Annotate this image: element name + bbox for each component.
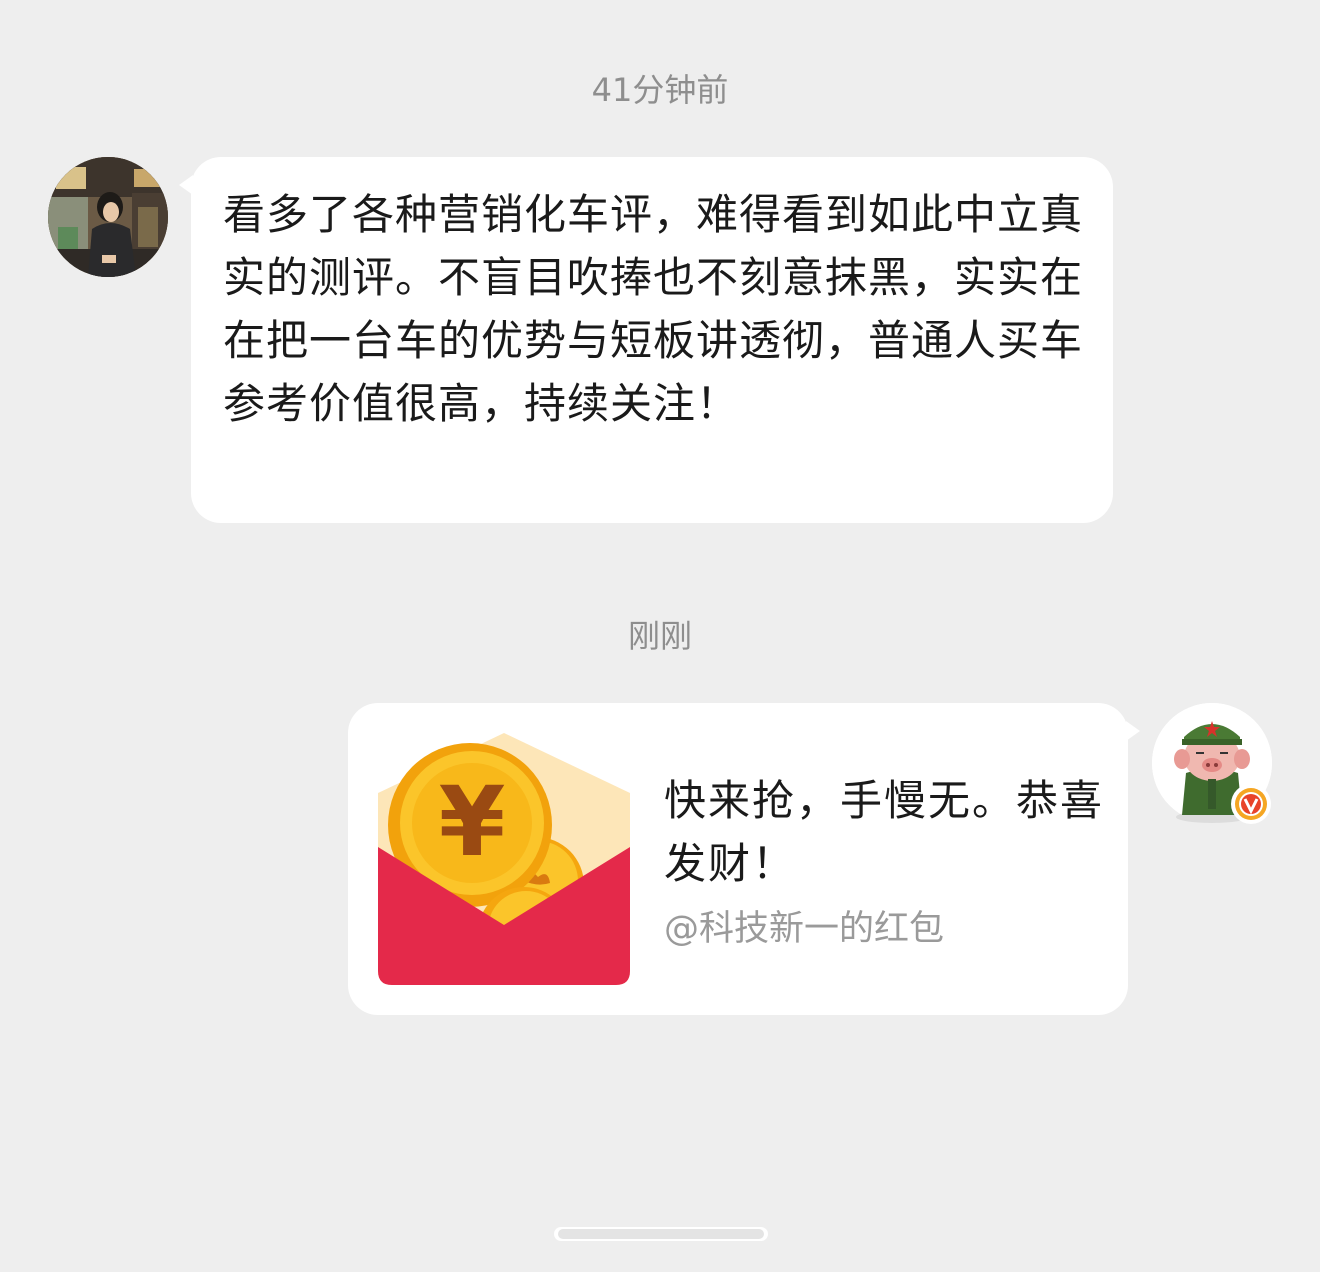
self-avatar[interactable] [1152,703,1272,824]
message-timestamp: 41分钟前 [591,71,729,109]
incoming-message-bubble[interactable]: 看多了各种营销化车评，难得看到如此中立真实的测评。不盲目吹捧也不刻意抹黑，实实在… [179,157,1113,523]
red-packet-sender-label: @科技新一的红包 [664,909,945,949]
currency-symbol: ¥ [439,766,506,878]
red-packet-envelope-icon: ¥ [378,733,630,985]
verified-badge-icon [1231,784,1271,824]
user-avatar-photo-icon [48,157,168,277]
red-packet-title: 快来抢，手慢无。恭喜发财！ [664,776,1105,888]
home-indicator [554,1227,768,1241]
sender-avatar[interactable] [48,157,168,277]
message-timestamp: 刚刚 [627,617,692,655]
red-packet-message-bubble[interactable]: ¥ 快来抢，手慢无。恭喜发财！ @科技新一的红包 [348,703,1140,1015]
message-text: 看多了各种营销化车评，难得看到如此中立真实的测评。不盲目吹捧也不刻意抹黑，实实在… [223,190,1084,428]
